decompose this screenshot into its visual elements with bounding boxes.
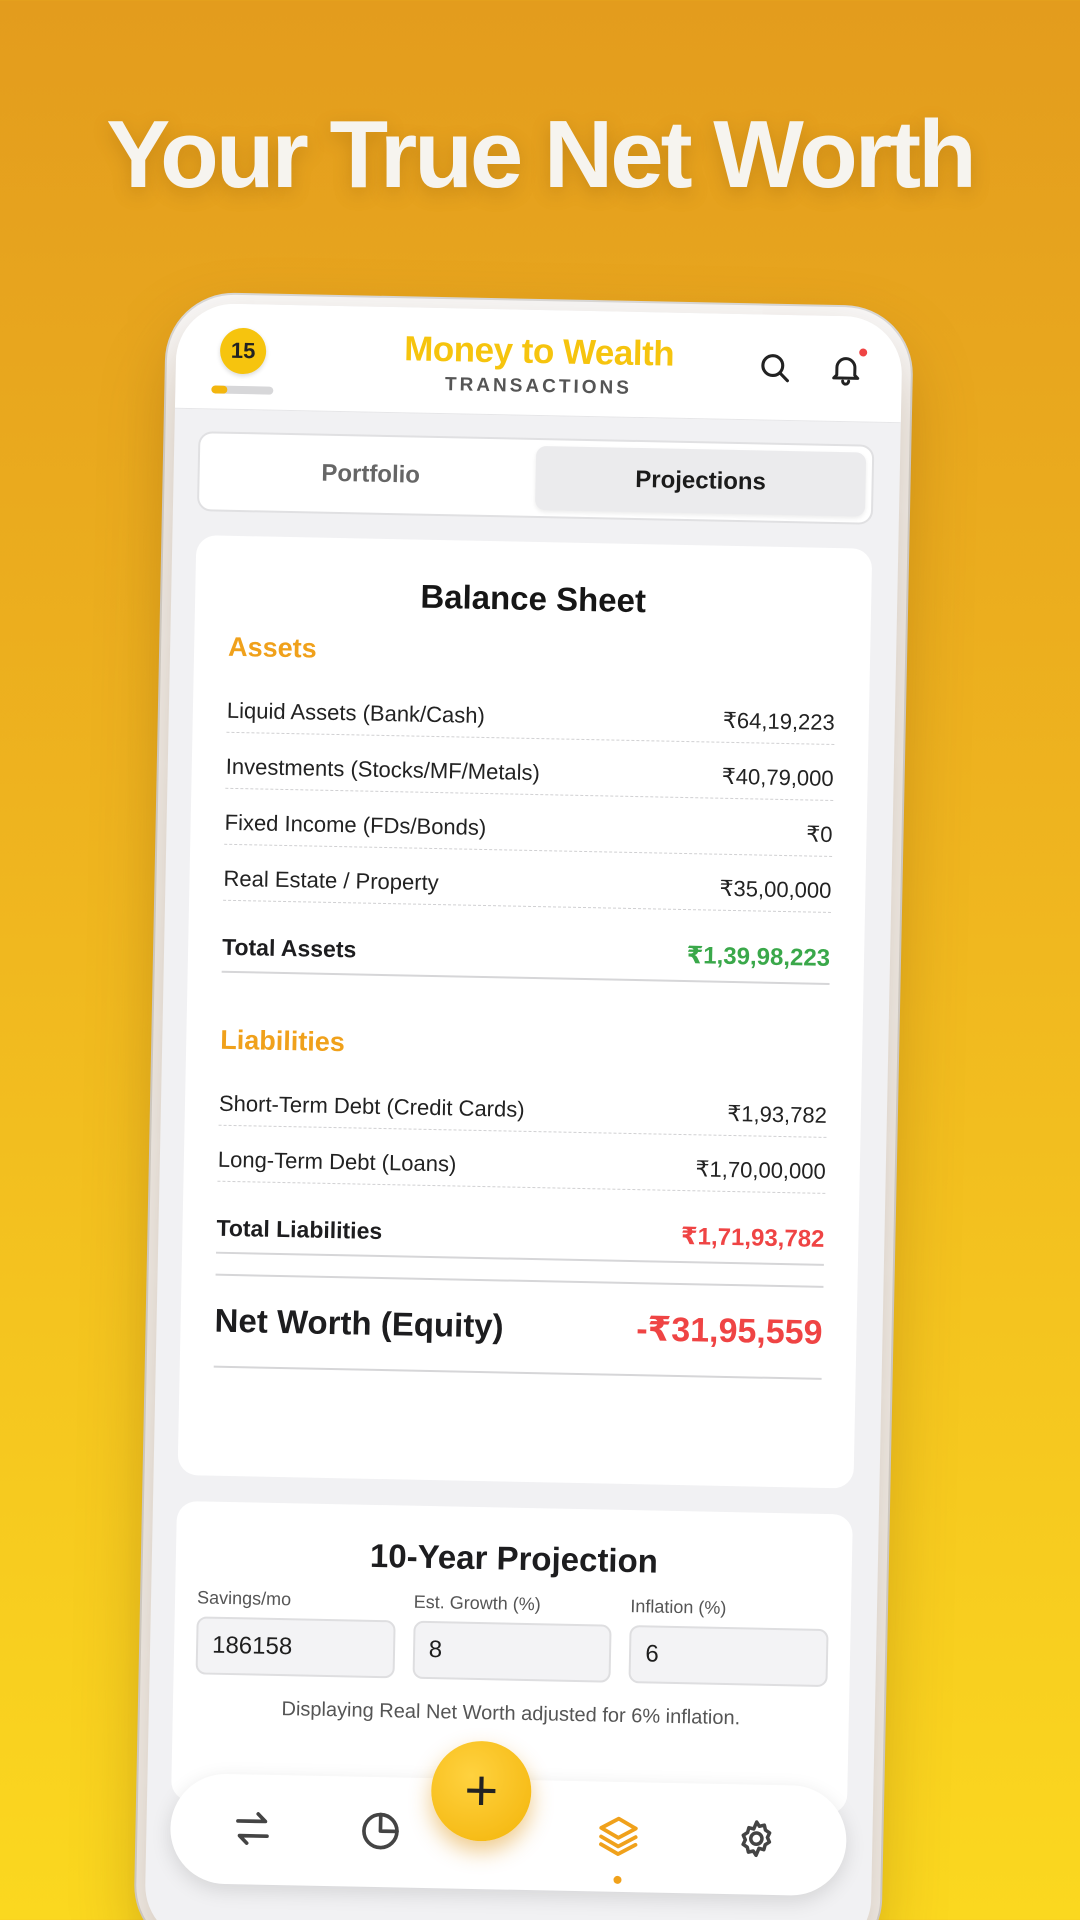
settings-icon[interactable] [730,1812,783,1865]
liabilities-title: Liabilities [219,1024,346,1058]
growth-input[interactable]: 8 [412,1620,612,1683]
inflation-label: Inflation (%) [630,1596,727,1618]
net-worth-row: Net Worth (Equity) -₹31,95,559 [213,1273,824,1380]
asset-value: ₹64,19,223 [722,707,836,735]
tab-portfolio[interactable]: Portfolio [205,439,536,510]
liability-value: ₹1,70,00,000 [695,1156,827,1184]
headline: Your True Net Worth [106,101,976,208]
net-worth-label: Net Worth (Equity) [214,1301,505,1345]
total-assets-row: Total Assets ₹1,39,98,223 [221,900,831,985]
balance-sheet-card: Balance Sheet Assets Liquid Assets (Bank… [177,535,873,1489]
projection-title: 10-Year Projection [369,1536,659,1580]
asset-label: Liquid Assets (Bank/Cash) [226,697,486,728]
total-assets-value: ₹1,39,98,223 [686,942,831,972]
search-icon[interactable] [758,350,793,385]
segmented-tabs: Portfolio Projections [196,431,875,525]
growth-label: Est. Growth (%) [413,1591,541,1615]
asset-label: Investments (Stocks/MF/Metals) [225,753,541,786]
tab-projections[interactable]: Projections [534,445,867,517]
transfer-icon[interactable] [226,1802,279,1855]
layers-icon[interactable] [592,1809,645,1862]
asset-value: ₹35,00,000 [719,875,832,903]
growth-field: Est. Growth (%) 8 [412,1592,612,1683]
asset-label: Fixed Income (FDs/Bonds) [224,809,487,841]
total-assets-label: Total Assets [221,933,357,963]
savings-label: Savings/mo [196,1587,292,1610]
net-worth-value: -₹31,95,559 [635,1310,823,1352]
bell-icon[interactable] [827,350,864,389]
inflation-field: Inflation (%) 6 [628,1596,829,1688]
asset-label: Real Estate / Property [223,865,439,896]
app-header: 15 Money to Wealth TRANSACTIONS [174,302,903,424]
assets-title: Assets [227,631,318,664]
asset-value: ₹40,79,000 [721,763,834,791]
brand: Money to Wealth TRANSACTIONS [175,325,902,406]
projection-fields: Savings/mo 186158 Est. Growth (%) 8 Infl… [195,1587,830,1688]
total-liabilities-value: ₹1,71,93,782 [680,1223,825,1253]
total-liabilities-row: Total Liabilities ₹1,71,93,782 [215,1181,826,1266]
projection-note: Displaying Real Net Worth adjusted for 6… [281,1698,741,1730]
phone-frame: 15 Money to Wealth TRANSACTIONS Portfoli… [144,302,903,1920]
total-liabilities-label: Total Liabilities [216,1214,383,1245]
asset-value: ₹0 [806,821,833,847]
savings-input[interactable]: 186158 [195,1616,396,1679]
liability-label: Long-Term Debt (Loans) [217,1146,457,1177]
pie-chart-icon[interactable] [354,1805,407,1858]
savings-field: Savings/mo 186158 [195,1587,396,1679]
inflation-input[interactable]: 6 [628,1625,829,1688]
active-nav-indicator [613,1875,622,1884]
balance-sheet-title: Balance Sheet [420,577,647,620]
liability-label: Short-Term Debt (Credit Cards) [218,1090,525,1122]
liability-value: ₹1,93,782 [727,1100,828,1128]
